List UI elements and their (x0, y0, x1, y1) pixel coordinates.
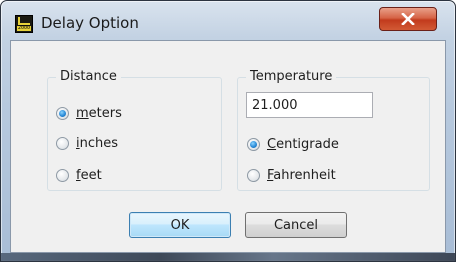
radio-fahrenheit[interactable]: Fahrenheit (247, 168, 336, 183)
dialog-window: 2000 Delay Option Distance meters inches… (0, 0, 456, 262)
app-icon-text: 2000 (17, 25, 31, 31)
radio-feet-label: feet (76, 168, 102, 183)
window-title: Delay Option (41, 14, 139, 32)
radio-centigrade-label: Centigrade (267, 137, 339, 152)
title-bar[interactable]: 2000 Delay Option (1, 1, 455, 41)
radio-feet[interactable]: feet (56, 168, 102, 183)
radio-feet-indicator[interactable] (56, 169, 69, 182)
ok-button[interactable]: OK (129, 212, 231, 238)
distance-group-label: Distance (56, 69, 121, 85)
radio-inches-indicator[interactable] (56, 137, 69, 150)
radio-centigrade[interactable]: Centigrade (247, 137, 339, 152)
radio-fahrenheit-indicator[interactable] (247, 169, 260, 182)
radio-meters[interactable]: meters (56, 106, 122, 121)
close-icon (401, 13, 415, 25)
close-button[interactable] (379, 7, 437, 31)
cancel-button[interactable]: Cancel (245, 212, 347, 238)
radio-meters-label: meters (76, 106, 122, 121)
radio-inches[interactable]: inches (56, 136, 118, 151)
dialog-body: Distance meters inches feet Temperature … (10, 40, 446, 253)
temperature-input[interactable] (246, 92, 373, 118)
app-icon: 2000 (15, 15, 33, 33)
radio-centigrade-indicator[interactable] (247, 138, 260, 151)
radio-fahrenheit-label: Fahrenheit (267, 168, 336, 183)
temperature-group-label: Temperature (246, 69, 337, 85)
radio-meters-indicator[interactable] (56, 107, 69, 120)
radio-inches-label: inches (76, 136, 119, 151)
